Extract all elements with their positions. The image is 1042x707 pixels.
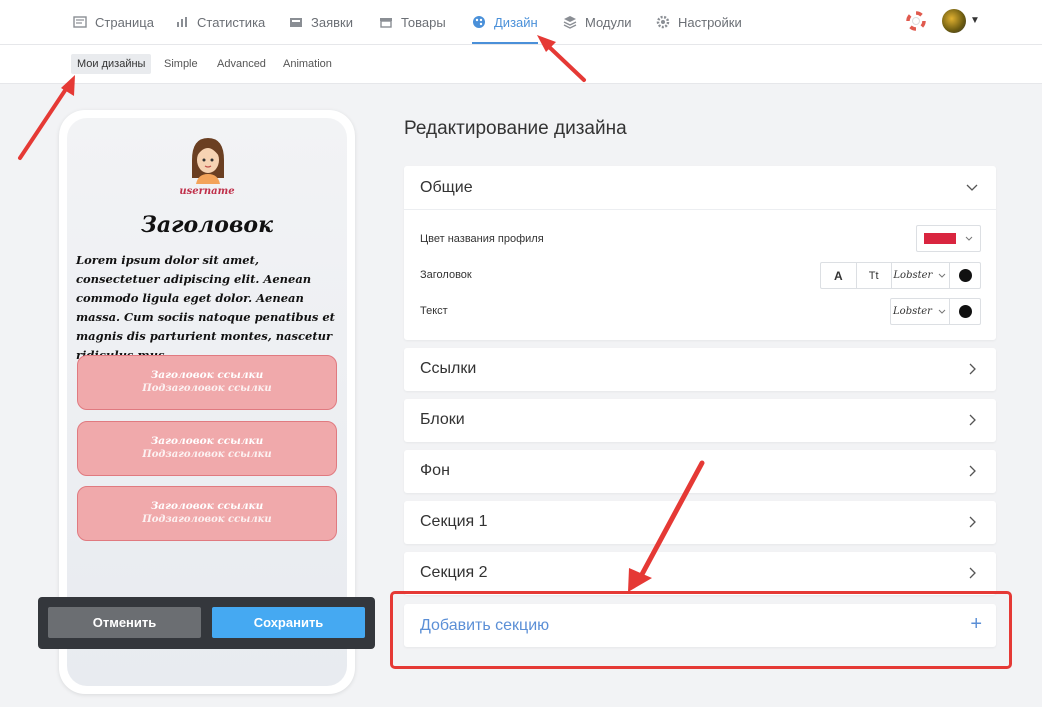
arrow-to-my-designs xyxy=(18,75,75,160)
arrow-to-add-section xyxy=(628,460,705,592)
annotation-arrows xyxy=(18,35,705,592)
arrow-to-design-tab xyxy=(537,35,586,82)
